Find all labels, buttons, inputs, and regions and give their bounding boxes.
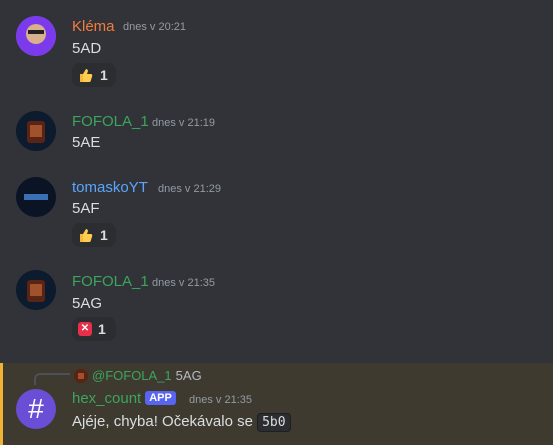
- reply-mention[interactable]: @FOFOLA_1: [92, 368, 172, 383]
- reaction-button[interactable]: 1: [72, 223, 116, 247]
- message-text: Ajéje, chyba! Očekávalo se: [72, 413, 253, 430]
- reaction-count: 1: [98, 321, 106, 337]
- message-text: 5AE: [72, 134, 101, 151]
- thumbs-up-icon: [78, 227, 94, 243]
- timestamp: dnes v 20:21: [123, 21, 186, 33]
- bot-username[interactable]: hex_count: [72, 390, 141, 407]
- user-avatar[interactable]: [16, 270, 56, 310]
- bot-message-text: Ajéje, chyba! Očekávalo se 5b0: [72, 413, 291, 432]
- message-text: 5AD: [72, 40, 102, 57]
- timestamp: dnes v 21:19: [152, 117, 215, 129]
- timestamp: dnes v 21:35: [189, 394, 252, 406]
- username[interactable]: FOFOLA_1: [72, 273, 149, 290]
- inline-code: 5b0: [257, 413, 291, 432]
- app-tag: APP: [145, 391, 176, 405]
- user-avatar[interactable]: [16, 111, 56, 151]
- username[interactable]: Kléma: [72, 18, 115, 35]
- reaction-button[interactable]: 1: [72, 63, 116, 87]
- bot-avatar[interactable]: #: [16, 389, 56, 429]
- reply-text: 5AG: [175, 368, 202, 383]
- reply-avatar: [74, 368, 88, 383]
- reply-connector: [34, 373, 70, 385]
- bot-username-row: hex_count APP: [72, 390, 176, 407]
- reaction-count: 1: [100, 67, 108, 83]
- message-text: 5AF: [72, 200, 100, 217]
- message-text: 5AG: [72, 295, 103, 312]
- timestamp: dnes v 21:29: [158, 183, 221, 195]
- user-avatar[interactable]: [16, 16, 56, 56]
- timestamp: dnes v 21:35: [152, 277, 215, 289]
- reaction-count: 1: [100, 227, 108, 243]
- user-avatar[interactable]: [16, 177, 56, 217]
- reaction-button[interactable]: ✕ 1: [72, 317, 116, 341]
- thumbs-up-icon: [78, 67, 94, 83]
- reply-reference[interactable]: @FOFOLA_1 5AG: [74, 368, 202, 383]
- cross-mark-icon: ✕: [78, 322, 92, 336]
- username[interactable]: FOFOLA_1: [72, 113, 149, 130]
- username[interactable]: tomaskoYT: [72, 179, 148, 196]
